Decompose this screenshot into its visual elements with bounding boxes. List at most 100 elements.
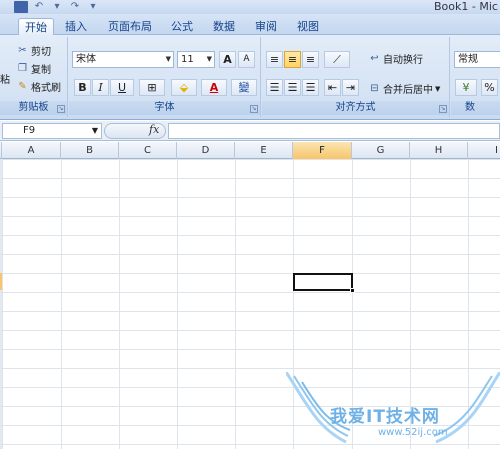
orientation-button[interactable]: ⟋ [324, 51, 350, 68]
copy-button[interactable]: ❐ 复制 [16, 61, 51, 76]
insert-function-button[interactable]: fx [149, 123, 159, 136]
ribbon-tabs: 开始 插入 页面布局 公式 数据 审阅 视图 [0, 14, 500, 35]
align-center-button[interactable]: ☰ [284, 79, 301, 96]
alignment-launcher-icon[interactable]: ↘ [439, 105, 447, 113]
grid-row-line [0, 235, 500, 236]
tab-formulas[interactable]: 公式 [166, 18, 198, 35]
grid-row-line [0, 216, 500, 217]
number-group: 常规 ¥ % 数 [451, 37, 500, 117]
format-painter-label: 格式刷 [31, 83, 61, 94]
increase-indent-button[interactable]: ⇥ [342, 79, 359, 96]
alignment-group: ≡ ≡ ≡ ⟋ ↩ 自动换行 ☰ ☰ ☰ ⇤ ⇥ ⊟ 合并后居中 ▼ 对齐方式 … [262, 37, 450, 117]
align-middle-button[interactable]: ≡ [284, 51, 301, 68]
grid-row-line [0, 330, 500, 331]
tab-page-layout[interactable]: 页面布局 [104, 18, 156, 35]
accounting-format-button[interactable]: ¥ [455, 79, 477, 96]
align-left-button[interactable]: ☰ [266, 79, 283, 96]
italic-button[interactable]: I [92, 79, 109, 96]
watermark-text: 我爱IT技术网 [330, 407, 440, 427]
percent-button[interactable]: % [481, 79, 498, 96]
wrap-text-label: 自动换行 [383, 55, 423, 66]
tab-view[interactable]: 视图 [292, 18, 324, 35]
undo-icon[interactable]: ↶ [32, 1, 46, 13]
save-icon[interactable] [14, 1, 28, 13]
font-size-select[interactable]: 11 ▼ [177, 51, 215, 68]
column-header-f[interactable]: F [293, 142, 352, 159]
brush-icon: ✎ [18, 81, 27, 92]
quick-access-toolbar: ↶ ▾ ↷ ▾ [14, 0, 100, 14]
formula-input[interactable] [168, 123, 500, 139]
cut-button[interactable]: ✂ 剪切 [16, 43, 51, 58]
font-launcher-icon[interactable]: ↘ [250, 105, 258, 113]
active-cell-f9[interactable] [293, 273, 353, 291]
font-group-label: 字体 [69, 101, 260, 115]
grid-row-line [0, 368, 500, 369]
borders-icon: ⊞ [147, 81, 157, 94]
row-header-selected [0, 273, 2, 290]
grid-row-line [0, 178, 500, 179]
clipboard-launcher-icon[interactable]: ↘ [57, 105, 65, 113]
decrease-indent-icon: ⇤ [327, 81, 338, 94]
fill-handle[interactable] [350, 288, 355, 293]
column-header-c[interactable]: C [119, 142, 177, 159]
align-top-icon: ≡ [269, 53, 280, 66]
merge-center-button[interactable]: ⊟ 合并后居中 ▼ [368, 81, 440, 96]
font-name-value: 宋体 [76, 54, 96, 65]
title-bar: ↶ ▾ ↷ ▾ Book1 - Mic [0, 0, 500, 14]
wrap-text-button[interactable]: ↩ 自动换行 [368, 51, 423, 66]
tab-data[interactable]: 数据 [208, 18, 240, 35]
shrink-font-button[interactable]: A [238, 51, 255, 68]
align-right-icon: ☰ [305, 81, 316, 94]
redo-icon[interactable]: ↷ [68, 1, 82, 13]
number-format-select[interactable]: 常规 [454, 51, 500, 68]
font-color-button[interactable]: A [201, 79, 227, 96]
tab-review[interactable]: 审阅 [250, 18, 282, 35]
chevron-down-icon[interactable]: ▾ [50, 1, 64, 13]
tab-home[interactable]: 开始 [18, 18, 54, 35]
bold-button[interactable]: B [74, 79, 91, 96]
column-header-h[interactable]: H [410, 142, 468, 159]
grid-row-line [0, 273, 500, 274]
phonetic-button[interactable]: 變 [231, 79, 257, 96]
wrap-text-icon: ↩ [370, 53, 379, 64]
increase-indent-icon: ⇥ [345, 81, 356, 94]
column-headers: A B C D E F G H I [0, 142, 500, 159]
font-name-select[interactable]: 宋体 ▼ [72, 51, 174, 68]
chevron-down-icon: ▼ [91, 126, 98, 135]
chevron-down-icon: ▼ [165, 55, 171, 63]
column-header-i[interactable]: I [468, 142, 500, 159]
grow-font-button[interactable]: A [219, 51, 236, 68]
column-header-a[interactable]: A [2, 142, 61, 159]
chevron-down-icon: ▼ [206, 55, 212, 63]
column-header-e[interactable]: E [235, 142, 293, 159]
align-left-icon: ☰ [269, 81, 280, 94]
customize-qat-icon[interactable]: ▾ [86, 1, 100, 13]
borders-button[interactable]: ⊞ [139, 79, 165, 96]
name-box[interactable]: F9 ▼ [2, 123, 102, 139]
paste-button[interactable]: 粘 [0, 71, 10, 86]
column-header-b[interactable]: B [61, 142, 119, 159]
copy-icon: ❐ [18, 63, 27, 74]
name-box-value: F9 [23, 125, 36, 136]
column-header-g[interactable]: G [352, 142, 410, 159]
format-painter-button[interactable]: ✎ 格式刷 [16, 79, 61, 94]
underline-button[interactable]: U [110, 79, 134, 96]
grid-row-line [0, 311, 500, 312]
align-top-button[interactable]: ≡ [266, 51, 283, 68]
font-group: 宋体 ▼ 11 ▼ A A B I U ⊞ ⬙ A 變 字体 ↘ [69, 37, 261, 117]
scissors-icon: ✂ [18, 45, 27, 56]
align-bottom-icon: ≡ [305, 53, 316, 66]
decrease-indent-button[interactable]: ⇤ [324, 79, 341, 96]
align-bottom-button[interactable]: ≡ [302, 51, 319, 68]
clipboard-group: 粘 ✂ 剪切 ❐ 复制 ✎ 格式刷 剪贴板 ↘ [0, 37, 68, 117]
grid-row-line [0, 349, 500, 350]
tab-insert[interactable]: 插入 [60, 18, 92, 35]
font-size-value: 11 [181, 54, 194, 65]
align-right-button[interactable]: ☰ [302, 79, 319, 96]
currency-icon: ¥ [462, 81, 470, 94]
align-middle-icon: ≡ [287, 53, 298, 66]
fill-color-button[interactable]: ⬙ [171, 79, 197, 96]
window-title: Book1 - Mic [434, 0, 498, 13]
paste-label: 粘 [0, 75, 10, 86]
column-header-d[interactable]: D [177, 142, 235, 159]
